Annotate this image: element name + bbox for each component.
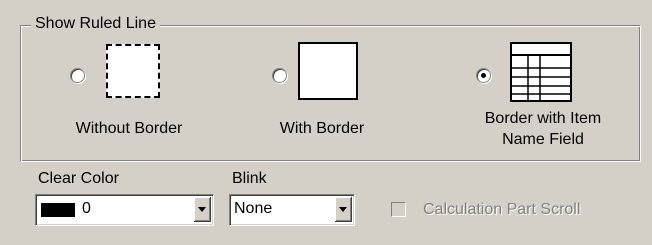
show-ruled-line-title: Show Ruled Line	[31, 14, 160, 34]
color-swatch	[41, 203, 75, 217]
radio-with-border[interactable]	[272, 68, 287, 83]
clear-color-combo[interactable]: 0	[35, 194, 214, 226]
blink-combo[interactable]: None	[229, 194, 355, 226]
border-with-item-label: Border with Item Name Field	[466, 108, 620, 150]
border-with-item-label-line2: Name Field	[502, 131, 584, 148]
chevron-down-icon	[339, 207, 347, 212]
border-with-item-label-line1: Border with Item	[484, 110, 602, 127]
without-border-label: Without Border	[75, 120, 183, 137]
grid-table-icon	[510, 42, 572, 102]
clear-color-value: 0	[82, 200, 91, 217]
radio-border-with-item-name-field[interactable]	[476, 68, 491, 83]
calc-part-scroll-label: Calculation Part Scroll	[423, 201, 581, 218]
solid-border-icon	[298, 42, 358, 100]
calc-part-scroll-checkbox[interactable]	[391, 202, 406, 217]
radio-without-border[interactable]	[70, 68, 85, 83]
dashed-border-icon	[106, 44, 160, 98]
blink-dropdown-button[interactable]	[335, 197, 352, 222]
chevron-down-icon	[198, 207, 206, 212]
clear-color-label: Clear Color	[38, 170, 119, 187]
with-border-label: With Border	[279, 120, 365, 137]
blink-label: Blink	[232, 170, 267, 187]
blink-value: None	[234, 200, 273, 217]
radio-selected-dot	[481, 73, 486, 78]
clear-color-dropdown-button[interactable]	[194, 197, 211, 222]
